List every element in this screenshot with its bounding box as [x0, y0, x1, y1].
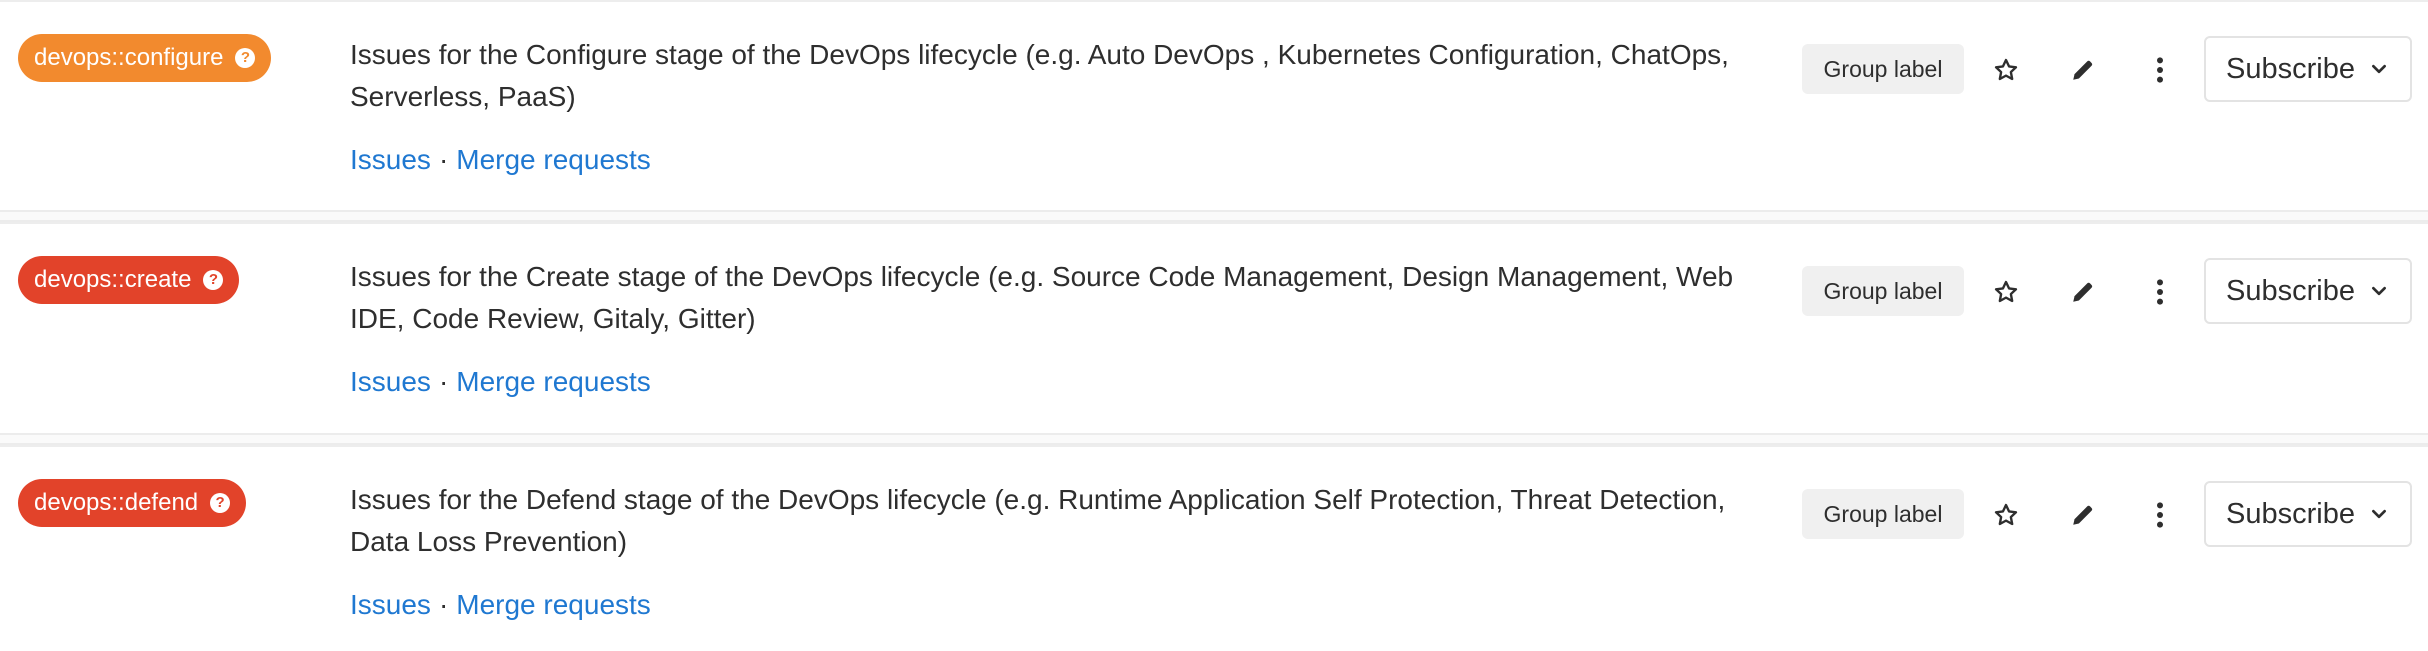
subscribe-button[interactable]: Subscribe	[2204, 481, 2412, 547]
help-icon[interactable]: ?	[210, 493, 231, 513]
label-row: devops::configure ? Issues for the Confi…	[0, 0, 2428, 212]
group-label-chip: Group label	[1802, 489, 1964, 539]
star-button[interactable]	[1980, 266, 2032, 318]
labels-list: devops::configure ? Issues for the Confi…	[0, 0, 2428, 651]
more-actions-button[interactable]	[2134, 489, 2186, 541]
issues-link[interactable]: Issues	[350, 366, 431, 397]
link-separator: ·	[438, 366, 449, 397]
label-row: devops::create ? Issues for the Create s…	[0, 222, 2428, 434]
merge-requests-link[interactable]: Merge requests	[456, 366, 651, 397]
edit-button[interactable]	[2057, 266, 2109, 318]
label-description: Issues for the Create stage of the DevOp…	[350, 261, 1734, 334]
subscribe-label: Subscribe	[2226, 497, 2355, 530]
star-icon	[1994, 280, 2018, 303]
label-name: devops::configure	[34, 44, 224, 71]
group-label-chip: Group label	[1802, 266, 1964, 316]
label-row: devops::defend ? Issues for the Defend s…	[0, 445, 2428, 651]
label-badge[interactable]: devops::defend ?	[18, 479, 247, 527]
subscribe-label: Subscribe	[2226, 274, 2355, 307]
subscribe-label: Subscribe	[2226, 52, 2355, 85]
label-description: Issues for the Defend stage of the DevOp…	[350, 484, 1726, 557]
label-name: devops::create	[34, 266, 192, 293]
label-links: Issues · Merge requests	[350, 587, 651, 623]
issues-link[interactable]: Issues	[350, 589, 431, 620]
merge-requests-link[interactable]: Merge requests	[456, 589, 651, 620]
row-divider	[0, 433, 2428, 445]
label-badge[interactable]: devops::create ?	[18, 256, 240, 304]
link-separator: ·	[438, 144, 449, 175]
label-description: Issues for the Configure stage of the De…	[350, 39, 1729, 112]
label-badge[interactable]: devops::configure ?	[18, 34, 272, 82]
pencil-icon	[2073, 60, 2093, 80]
more-actions-button[interactable]	[2134, 44, 2186, 96]
edit-button[interactable]	[2057, 44, 2109, 96]
star-icon	[1994, 503, 2018, 526]
row-divider	[0, 210, 2428, 222]
group-label-chip: Group label	[1802, 44, 1964, 94]
ellipsis-v-icon	[2157, 502, 2163, 528]
more-actions-button[interactable]	[2134, 266, 2186, 318]
help-icon[interactable]: ?	[203, 270, 224, 290]
pencil-icon	[2073, 282, 2093, 302]
issues-link[interactable]: Issues	[350, 144, 431, 175]
ellipsis-v-icon	[2157, 57, 2163, 83]
ellipsis-v-icon	[2157, 279, 2163, 305]
chevron-down-icon	[2372, 64, 2386, 74]
star-button[interactable]	[1980, 44, 2032, 96]
chevron-down-icon	[2372, 286, 2386, 296]
star-button[interactable]	[1980, 489, 2032, 541]
edit-button[interactable]	[2057, 489, 2109, 541]
label-links: Issues · Merge requests	[350, 142, 651, 178]
star-icon	[1994, 58, 2018, 81]
chevron-down-icon	[2372, 509, 2386, 519]
label-links: Issues · Merge requests	[350, 364, 651, 400]
subscribe-button[interactable]: Subscribe	[2204, 258, 2412, 324]
pencil-icon	[2073, 505, 2093, 525]
merge-requests-link[interactable]: Merge requests	[456, 144, 651, 175]
link-separator: ·	[438, 589, 449, 620]
help-icon[interactable]: ?	[235, 48, 256, 68]
label-name: devops::defend	[34, 489, 199, 516]
subscribe-button[interactable]: Subscribe	[2204, 36, 2412, 102]
